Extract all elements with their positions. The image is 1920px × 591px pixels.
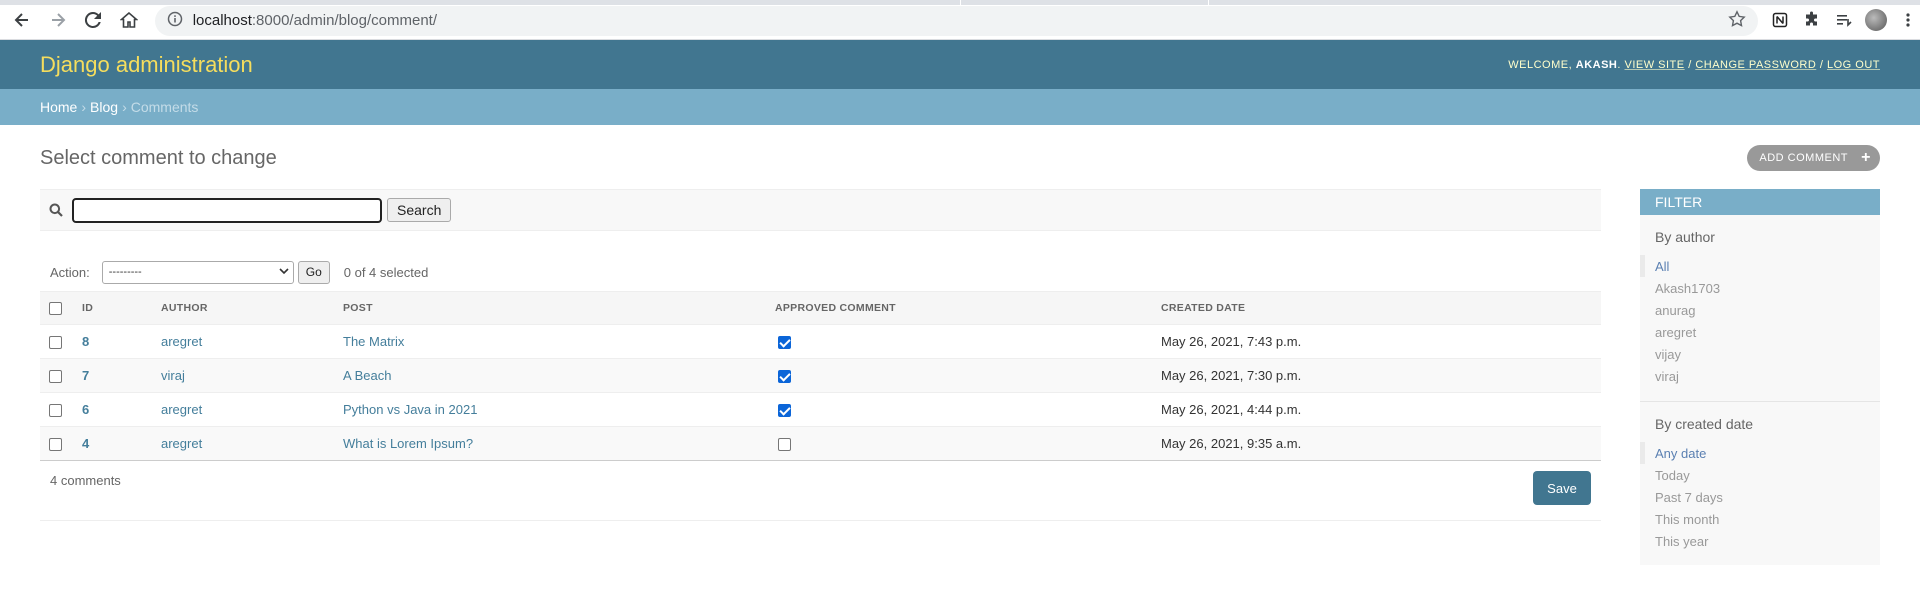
- created-date: May 26, 2021, 9:35 a.m.: [1161, 426, 1601, 461]
- back-arrow-icon[interactable]: [8, 6, 36, 34]
- search-icon: [49, 201, 67, 219]
- comment-id-link[interactable]: 8: [82, 334, 89, 349]
- approved-checkbox[interactable]: [778, 336, 791, 350]
- filter-option[interactable]: Past 7 days: [1640, 486, 1880, 508]
- tab-strip: [0, 0, 1920, 5]
- filter-option[interactable]: aregret: [1640, 321, 1880, 343]
- approved-checkbox[interactable]: [778, 404, 791, 418]
- filter-option[interactable]: All: [1640, 255, 1880, 277]
- user-tools: WELCOME, AKASH. VIEW SITE / CHANGE PASSW…: [1508, 58, 1880, 71]
- selection-counter: 0 of 4 selected: [343, 264, 429, 280]
- reading-list-icon[interactable]: [1832, 8, 1856, 32]
- go-button[interactable]: Go: [297, 260, 330, 284]
- paginator: 4 comments Save: [40, 461, 1601, 521]
- welcome-text: WELCOME,: [1508, 58, 1573, 71]
- changelist: Search Action: --------- Go 0 of 4 selec…: [40, 189, 1601, 521]
- search-toolbar: Search: [40, 189, 1601, 231]
- author-filter-list: All Akash1703 anurag aregret vijay viraj: [1640, 255, 1880, 387]
- created-date: May 26, 2021, 7:30 p.m.: [1161, 358, 1601, 393]
- address-bar[interactable]: localhost:8000/admin/blog/comment/: [154, 5, 1758, 36]
- table-row: 8 aregret The Matrix May 26, 2021, 7:43 …: [40, 324, 1601, 359]
- comment-id-link[interactable]: 6: [82, 402, 89, 417]
- change-password-link[interactable]: CHANGE PASSWORD: [1695, 59, 1816, 71]
- view-site-link[interactable]: VIEW SITE: [1625, 59, 1685, 71]
- post-link[interactable]: A Beach: [343, 368, 391, 383]
- plus-icon: +: [1861, 149, 1871, 166]
- result-count: 4 comments: [50, 473, 121, 488]
- filter-sidebar: FILTER By author All Akash1703 anurag ar…: [1640, 189, 1880, 565]
- filter-heading-created-date: By created date: [1655, 416, 1754, 432]
- search-input[interactable]: [72, 197, 382, 223]
- comment-id-link[interactable]: 4: [82, 436, 89, 451]
- filter-title: FILTER: [1640, 189, 1880, 215]
- row-select-checkbox[interactable]: [49, 336, 62, 350]
- author-link[interactable]: aregret: [161, 436, 202, 451]
- breadcrumb-home[interactable]: Home: [40, 99, 77, 115]
- chevron-down-icon: [279, 266, 289, 278]
- extensions-puzzle-icon[interactable]: [1800, 8, 1824, 32]
- filter-heading-author: By author: [1655, 229, 1715, 245]
- actions-bar: Action: --------- Go 0 of 4 selected: [40, 253, 1601, 291]
- page-title: Select comment to change: [40, 147, 277, 169]
- save-button[interactable]: Save: [1533, 471, 1591, 505]
- breadcrumb-current: Comments: [130, 99, 199, 115]
- log-out-link[interactable]: LOG OUT: [1827, 59, 1880, 71]
- home-icon[interactable]: [115, 6, 143, 34]
- column-header-created[interactable]: CREATED DATE: [1161, 291, 1601, 325]
- filter-option[interactable]: Today: [1640, 464, 1880, 486]
- created-date: May 26, 2021, 4:44 p.m.: [1161, 392, 1601, 427]
- notion-extension-icon[interactable]: [1768, 8, 1792, 32]
- comment-id-link[interactable]: 7: [82, 368, 89, 383]
- filter-option[interactable]: viraj: [1640, 365, 1880, 387]
- row-select-checkbox[interactable]: [49, 370, 62, 384]
- browser-toolbar: localhost:8000/admin/blog/comment/: [0, 0, 1920, 40]
- breadcrumb: Home › Blog › Comments: [0, 89, 1920, 125]
- author-link[interactable]: aregret: [161, 334, 202, 349]
- post-link[interactable]: What is Lorem Ipsum?: [343, 436, 473, 451]
- post-link[interactable]: Python vs Java in 2021: [343, 402, 477, 417]
- admin-header: Django administration WELCOME, AKASH. VI…: [0, 40, 1920, 89]
- column-header-author[interactable]: AUTHOR: [161, 291, 343, 325]
- kebab-menu-icon[interactable]: [1896, 8, 1920, 32]
- profile-avatar[interactable]: [1864, 8, 1888, 32]
- filter-option[interactable]: anurag: [1640, 299, 1880, 321]
- created-date: May 26, 2021, 7:43 p.m.: [1161, 324, 1601, 359]
- filter-option[interactable]: This year: [1640, 530, 1880, 552]
- column-header-id[interactable]: ID: [73, 291, 161, 325]
- action-select[interactable]: ---------: [101, 260, 294, 284]
- row-select-checkbox[interactable]: [49, 404, 62, 418]
- info-icon[interactable]: [167, 11, 183, 30]
- author-link[interactable]: viraj: [161, 368, 185, 383]
- table-row: 7 viraj A Beach May 26, 2021, 7:30 p.m.: [40, 358, 1601, 393]
- reload-icon[interactable]: [79, 6, 107, 34]
- filter-divider: [1640, 401, 1880, 402]
- url-text: localhost:8000/admin/blog/comment/: [192, 12, 437, 29]
- filter-option[interactable]: vijay: [1640, 343, 1880, 365]
- table-row: 4 aregret What is Lorem Ipsum? May 26, 2…: [40, 426, 1601, 461]
- column-header-post[interactable]: POST: [343, 291, 775, 325]
- approved-checkbox[interactable]: [778, 370, 791, 384]
- column-header-approved[interactable]: APPROVED COMMENT: [775, 291, 1161, 325]
- bookmark-star-icon[interactable]: [1728, 10, 1746, 31]
- forward-arrow-icon[interactable]: [44, 6, 72, 34]
- add-comment-button[interactable]: ADD COMMENT +: [1747, 145, 1880, 171]
- select-all-checkbox[interactable]: [49, 301, 62, 315]
- filter-option[interactable]: Any date: [1640, 442, 1880, 464]
- date-filter-list: Any date Today Past 7 days This month Th…: [1640, 442, 1880, 552]
- post-link[interactable]: The Matrix: [343, 334, 404, 349]
- site-branding[interactable]: Django administration: [40, 52, 253, 78]
- table-row: 6 aregret Python vs Java in 2021 May 26,…: [40, 392, 1601, 427]
- results-table: ID AUTHOR POST APPROVED COMMENT CREATED …: [40, 291, 1601, 461]
- author-link[interactable]: aregret: [161, 402, 202, 417]
- approved-checkbox[interactable]: [778, 438, 791, 452]
- filter-option[interactable]: Akash1703: [1640, 277, 1880, 299]
- filter-option[interactable]: This month: [1640, 508, 1880, 530]
- username: AKASH: [1575, 58, 1618, 71]
- action-label: Action:: [50, 264, 90, 280]
- row-select-checkbox[interactable]: [49, 438, 62, 452]
- breadcrumb-blog[interactable]: Blog: [90, 99, 118, 115]
- search-button[interactable]: Search: [387, 198, 452, 222]
